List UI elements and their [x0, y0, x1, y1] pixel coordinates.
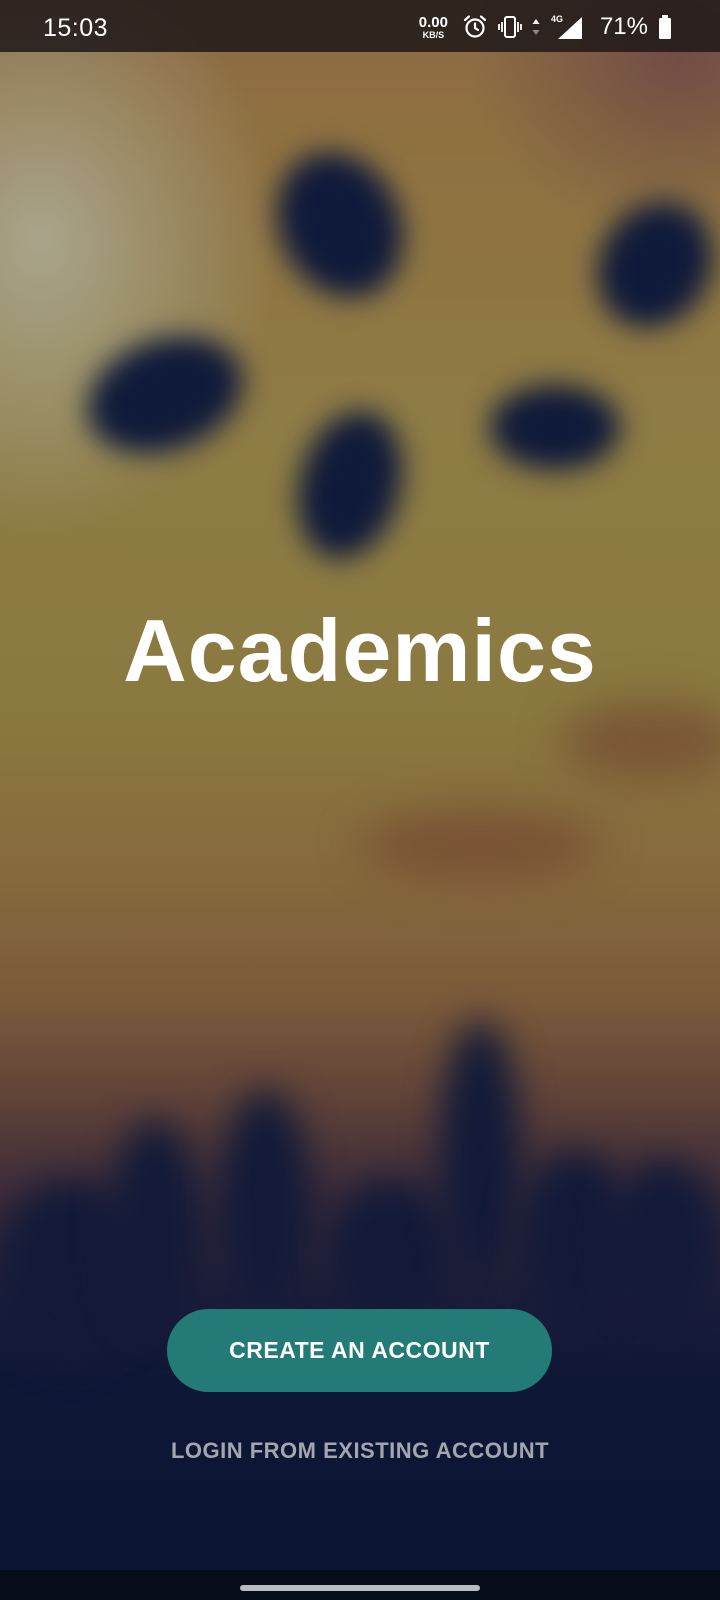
network-speed-value: 0.00	[418, 13, 448, 31]
alarm-icon	[462, 14, 488, 40]
network-speed-unit: KB/S	[422, 29, 445, 40]
signal-icon: 4G	[550, 13, 584, 41]
network-type-label: 4G	[551, 14, 563, 24]
app-title: Academics	[123, 601, 597, 700]
battery-percent: 71%	[599, 13, 648, 40]
navigation-bar	[0, 1570, 720, 1600]
create-account-button[interactable]: CREATE AN ACCOUNT	[167, 1309, 552, 1392]
vibrate-icon	[498, 14, 522, 40]
data-arrows-icon	[532, 18, 540, 36]
home-gesture-handle[interactable]	[240, 1585, 480, 1591]
status-time: 15:03	[43, 14, 109, 42]
status-icons: 0.00 KB/S 4G 71%	[419, 8, 672, 46]
battery-icon	[658, 14, 672, 40]
login-existing-account-link[interactable]: LOGIN FROM EXISTING ACCOUNT	[0, 1438, 720, 1464]
network-speed: 0.00 KB/S	[419, 15, 448, 40]
status-bar: 15:03 0.00 KB/S 4G 71%	[0, 0, 720, 52]
welcome-screen: 15:03 0.00 KB/S 4G 71% Academics CREATE …	[0, 0, 720, 1600]
